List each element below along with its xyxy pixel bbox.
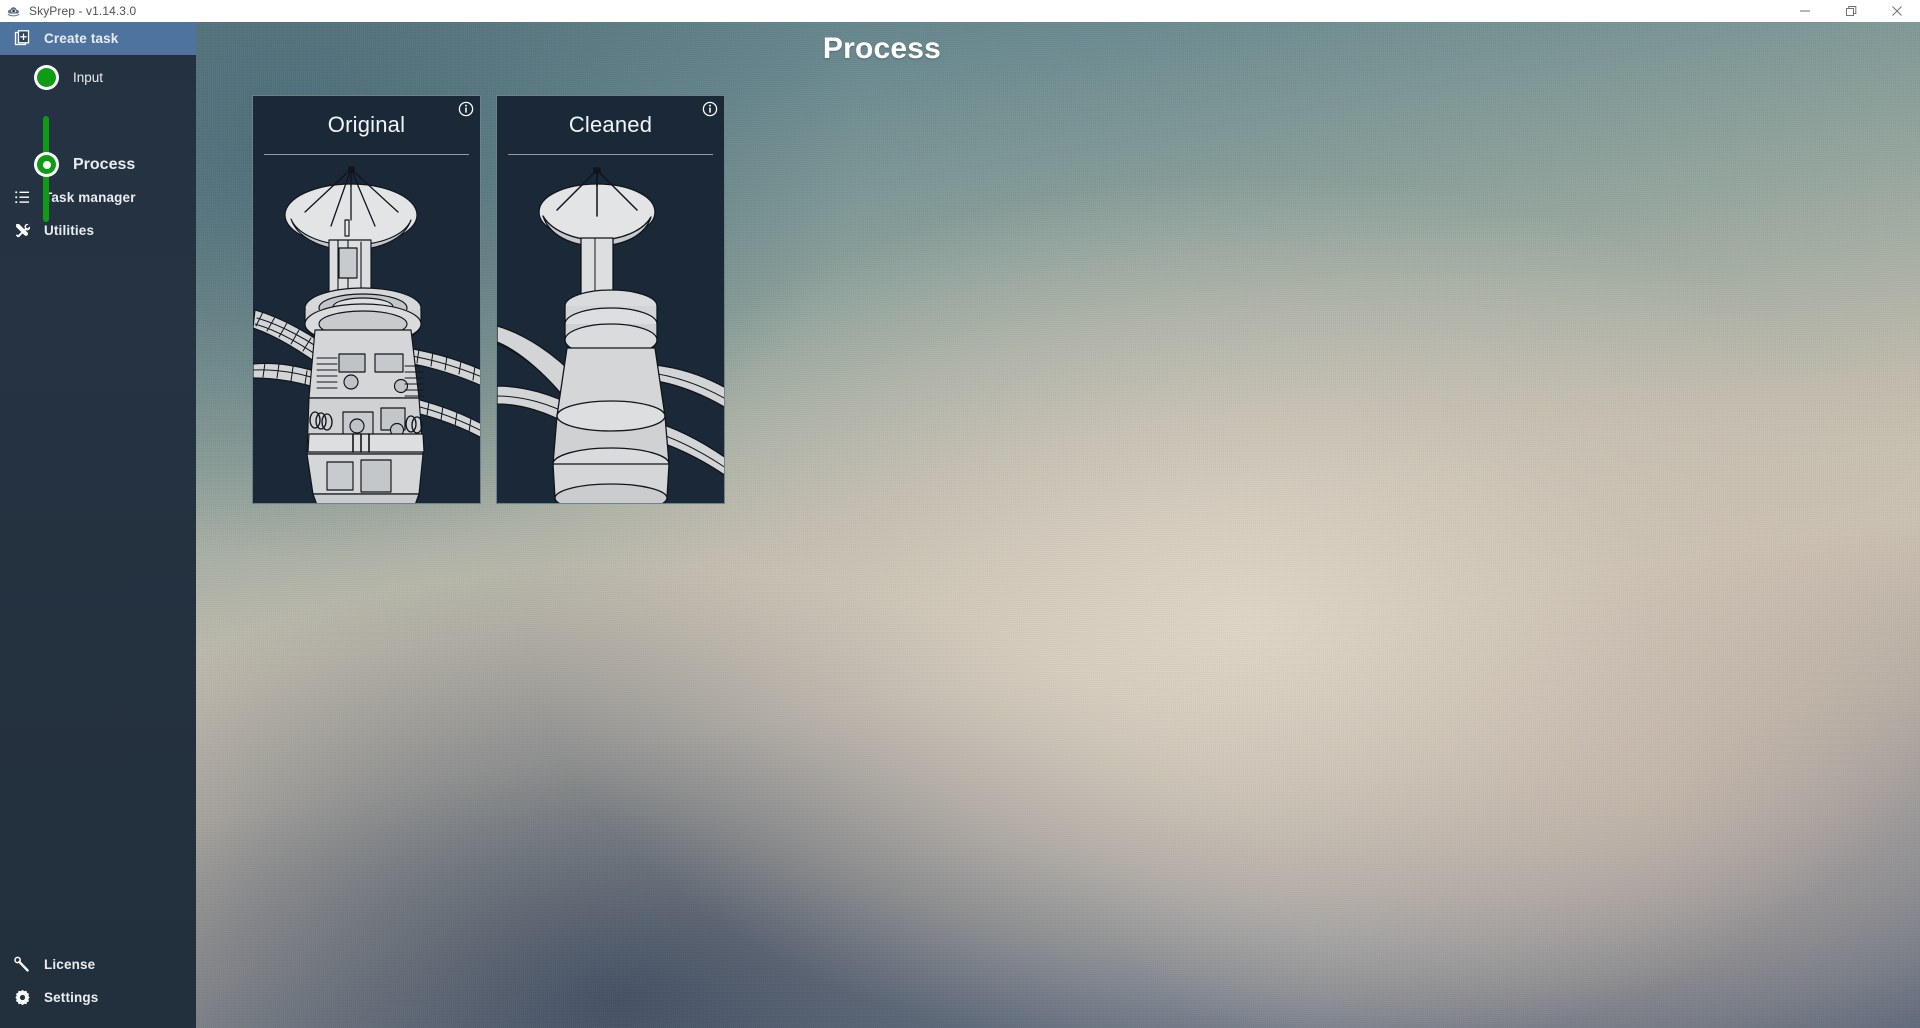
sidebar-item-license[interactable]: License xyxy=(0,948,196,981)
sidebar-item-label: License xyxy=(44,956,96,972)
close-button[interactable] xyxy=(1874,0,1920,22)
sidebar-item-label: Create task xyxy=(44,30,119,46)
restore-button[interactable] xyxy=(1828,0,1874,22)
sidebar-top-section: Create task Input Process Task manager U… xyxy=(0,22,196,247)
card-title-divider xyxy=(508,154,713,155)
sidebar: Create task Input Process Task manager U… xyxy=(0,22,196,1028)
card-title-divider xyxy=(264,154,469,155)
gear-icon xyxy=(14,989,31,1006)
stepper-step-label: Process xyxy=(73,155,136,173)
preview-card-cleaned[interactable]: Cleaned xyxy=(496,95,725,504)
card-preview-image-original xyxy=(253,158,480,503)
stepper-step-process[interactable]: Process xyxy=(34,152,135,177)
sidebar-item-create-task[interactable]: Create task xyxy=(0,22,196,55)
info-icon[interactable] xyxy=(458,101,474,117)
main-content: Process Original Cleaned xyxy=(196,22,1920,1028)
sidebar-item-settings[interactable]: Settings xyxy=(0,981,196,1014)
window-controls xyxy=(1782,0,1920,22)
step-marker-completed-icon xyxy=(34,65,59,90)
sidebar-item-label: Task manager xyxy=(44,189,136,205)
task-stepper: Input Process xyxy=(0,59,196,222)
sidebar-item-label: Settings xyxy=(44,989,99,1005)
title-bar-left: SkyPrep - v1.14.3.0 xyxy=(0,4,136,19)
window-title: SkyPrep - v1.14.3.0 xyxy=(29,4,137,18)
preview-card-original[interactable]: Original xyxy=(252,95,481,504)
stepper-step-label: Input xyxy=(73,70,104,85)
new-document-icon xyxy=(14,30,31,47)
sidebar-item-label: Utilities xyxy=(44,222,95,238)
tools-icon xyxy=(14,222,31,239)
sidebar-bottom-section: License Settings xyxy=(0,948,196,1028)
stepper-step-input[interactable]: Input xyxy=(34,65,103,90)
card-header: Original xyxy=(253,96,480,158)
title-bar: SkyPrep - v1.14.3.0 xyxy=(0,0,1920,22)
info-icon[interactable] xyxy=(702,101,718,117)
sidebar-item-task-manager[interactable]: Task manager xyxy=(0,181,196,214)
card-title: Cleaned xyxy=(568,112,653,137)
minimize-button[interactable] xyxy=(1782,0,1828,22)
key-icon xyxy=(14,956,31,973)
cloud-eye-icon xyxy=(7,4,22,19)
app-window: SkyPrep - v1.14.3.0 Create task Input Pr… xyxy=(0,0,1920,1028)
preview-card-list: Original Cleaned xyxy=(252,95,725,504)
step-marker-active-icon xyxy=(34,152,59,177)
list-icon xyxy=(14,189,31,206)
card-header: Cleaned xyxy=(497,96,724,158)
sidebar-item-utilities[interactable]: Utilities xyxy=(0,214,196,247)
page-title: Process xyxy=(822,32,942,65)
card-preview-image-cleaned xyxy=(497,158,724,503)
title-bar-drag-region[interactable] xyxy=(136,0,1782,22)
card-title: Original xyxy=(327,112,406,137)
